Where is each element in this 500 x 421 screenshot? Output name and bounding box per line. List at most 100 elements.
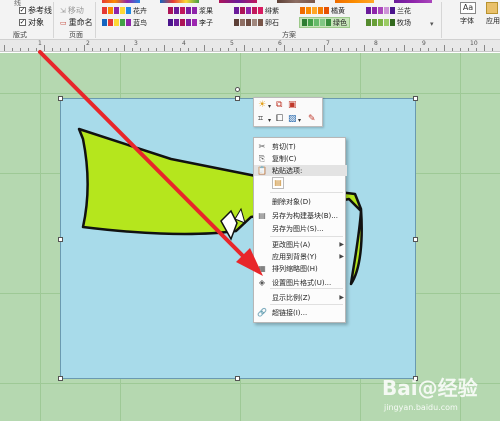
menu-item-label: 另存为图片(S)... bbox=[272, 224, 324, 233]
color-scheme-item[interactable]: 橘黄 bbox=[300, 6, 345, 15]
ruler-tick bbox=[436, 48, 437, 51]
menu-item[interactable]: ◈ 设置图片格式(U)... bbox=[254, 277, 347, 288]
menu-item[interactable]: 另存为图片(S)... bbox=[254, 223, 347, 234]
ruler-tick bbox=[220, 48, 221, 51]
resize-handle[interactable] bbox=[413, 237, 418, 242]
dropdown-arrow-icon[interactable]: ▾ bbox=[268, 102, 271, 111]
apply-label: 应用 bbox=[486, 17, 500, 25]
resize-handle[interactable] bbox=[235, 376, 240, 381]
ruler-tick bbox=[108, 48, 109, 51]
menu-separator bbox=[270, 288, 343, 289]
resize-handle[interactable] bbox=[58, 237, 63, 242]
menu-item[interactable]: ▦ 排列缩略图(H) bbox=[254, 263, 347, 274]
ruler-tick bbox=[188, 48, 189, 51]
menu-item[interactable]: ✂ 剪切(T) bbox=[254, 141, 347, 152]
menu-item[interactable]: ⎘ 复制(C) bbox=[254, 153, 347, 164]
ruler-tick bbox=[412, 48, 413, 51]
move-page-button[interactable]: ⇲ 移动 bbox=[60, 5, 84, 16]
ruler-number: 7 bbox=[326, 40, 330, 47]
apply-button[interactable]: 应用 bbox=[486, 2, 500, 28]
ruler-tick bbox=[428, 48, 429, 51]
scheme-label: 卵石 bbox=[265, 18, 279, 27]
ruler-tick bbox=[156, 48, 157, 51]
menu-item[interactable]: 应用到背景(Y) ▶ bbox=[254, 251, 347, 262]
copy-format-icon[interactable]: ⧉ bbox=[276, 101, 282, 110]
resize-handle[interactable] bbox=[58, 96, 63, 101]
ruler-tick bbox=[276, 48, 277, 51]
scheme-more-icon[interactable]: ▾ bbox=[430, 20, 434, 28]
menu-item-label: 粘贴选项: bbox=[272, 166, 303, 175]
color-scheme-item[interactable]: 绿色 bbox=[299, 17, 350, 28]
color-scheme-item[interactable]: 蓝鸟 bbox=[102, 18, 147, 27]
color-scheme-item[interactable]: 浆果 bbox=[168, 6, 213, 15]
move-label: 移动 bbox=[67, 6, 84, 15]
ruler-tick bbox=[212, 48, 213, 51]
selected-picture[interactable] bbox=[60, 98, 416, 379]
menu-item[interactable]: 更改图片(A) ▶ bbox=[254, 239, 347, 250]
ruler-tick bbox=[140, 48, 141, 51]
ruler-number: 3 bbox=[134, 40, 138, 47]
ruler-tick bbox=[60, 48, 61, 51]
crop-icon[interactable]: ⌗ bbox=[258, 115, 263, 124]
color-scheme-item[interactable]: 花卉 bbox=[102, 6, 147, 15]
menu-item[interactable]: 删除对象(D) bbox=[254, 196, 347, 207]
menu-item[interactable]: 📋 粘贴选项: bbox=[254, 165, 347, 176]
menu-item[interactable]: 🔗 超链接(I)... bbox=[254, 307, 347, 318]
ruler-tick bbox=[332, 48, 333, 51]
color-scheme-item[interactable]: 牧场 bbox=[366, 18, 411, 27]
fish-drawing bbox=[77, 127, 363, 286]
ruler-tick bbox=[196, 48, 197, 51]
scheme-swatches bbox=[168, 7, 197, 14]
objects-checkbox[interactable]: ✓ 对象 bbox=[19, 17, 44, 28]
ruler-tick bbox=[92, 48, 93, 51]
resize-handle[interactable] bbox=[235, 96, 240, 101]
wrap-icon[interactable]: ⧠ bbox=[276, 115, 283, 124]
color-scheme-item[interactable]: 李子 bbox=[168, 18, 213, 27]
ruler-tick bbox=[132, 48, 133, 51]
picture-icon[interactable]: ▨ bbox=[288, 115, 297, 124]
menu-item[interactable]: 显示比例(Z) ▶ bbox=[254, 292, 347, 303]
ruler-tick bbox=[180, 48, 181, 51]
menu-item[interactable]: ▤ 另存为构建基块(B)... bbox=[254, 210, 347, 221]
ruler-tick bbox=[420, 48, 421, 51]
menu-item-label: 删除对象(D) bbox=[272, 197, 311, 206]
ruler-number: 8 bbox=[374, 40, 378, 47]
menu-item-label: 超链接(I)... bbox=[272, 308, 308, 317]
ruler-tick bbox=[172, 48, 173, 51]
ruler-tick bbox=[300, 48, 301, 51]
format-painter-icon[interactable]: ✎ bbox=[308, 115, 316, 124]
brightness-icon[interactable]: ☀ bbox=[258, 101, 266, 110]
scheme-label: 兰花 bbox=[397, 6, 411, 15]
watermark-url: jingyan.baidu.com bbox=[384, 403, 458, 412]
page-canvas bbox=[0, 53, 500, 421]
color-scheme-item[interactable]: 兰花 bbox=[366, 6, 411, 15]
color-scheme-item[interactable]: 卵石 bbox=[234, 18, 279, 27]
font-button[interactable]: Aa 字体 bbox=[460, 2, 480, 28]
watermark-brand: Bai@经验 bbox=[382, 376, 478, 400]
resize-handle[interactable] bbox=[58, 376, 63, 381]
guide-line bbox=[40, 53, 41, 421]
ruler-tick bbox=[484, 45, 485, 51]
dropdown-arrow-icon[interactable]: ▾ bbox=[268, 116, 271, 125]
dropdown-arrow-icon[interactable]: ▾ bbox=[298, 116, 301, 125]
guides-checkbox[interactable]: ✓ 参考线 bbox=[19, 5, 52, 16]
rotate-handle[interactable] bbox=[235, 87, 240, 92]
mini-toolbar: ☀ ▾ ⧉ ▣ ⌗ ▾ ⧠ ▨ ▾ ✎ bbox=[253, 97, 323, 127]
scheme-swatches bbox=[300, 7, 329, 14]
ribbon-divider bbox=[53, 2, 54, 38]
resize-handle[interactable] bbox=[413, 96, 418, 101]
paste-picture-button[interactable]: ▤ bbox=[272, 177, 284, 189]
ruler-tick bbox=[388, 48, 389, 51]
ruler-tick bbox=[452, 48, 453, 51]
ruler-tick bbox=[404, 45, 405, 51]
menu-item-icon: ▤ bbox=[258, 211, 266, 220]
checkbox-check-icon: ✓ bbox=[19, 18, 26, 26]
rename-page-button[interactable]: ▭ 重命名 bbox=[60, 17, 93, 28]
ruler-tick bbox=[292, 48, 293, 51]
layout-group: 线 ✓ 参考线 ✓ 对象 版式 bbox=[0, 0, 56, 40]
color-scheme-item[interactable]: 绯紫 bbox=[234, 6, 279, 15]
group-icon[interactable]: ▣ bbox=[288, 101, 297, 110]
scheme-label: 绯紫 bbox=[265, 6, 279, 15]
scheme-swatches bbox=[168, 19, 197, 26]
font-icon: Aa bbox=[460, 2, 476, 14]
